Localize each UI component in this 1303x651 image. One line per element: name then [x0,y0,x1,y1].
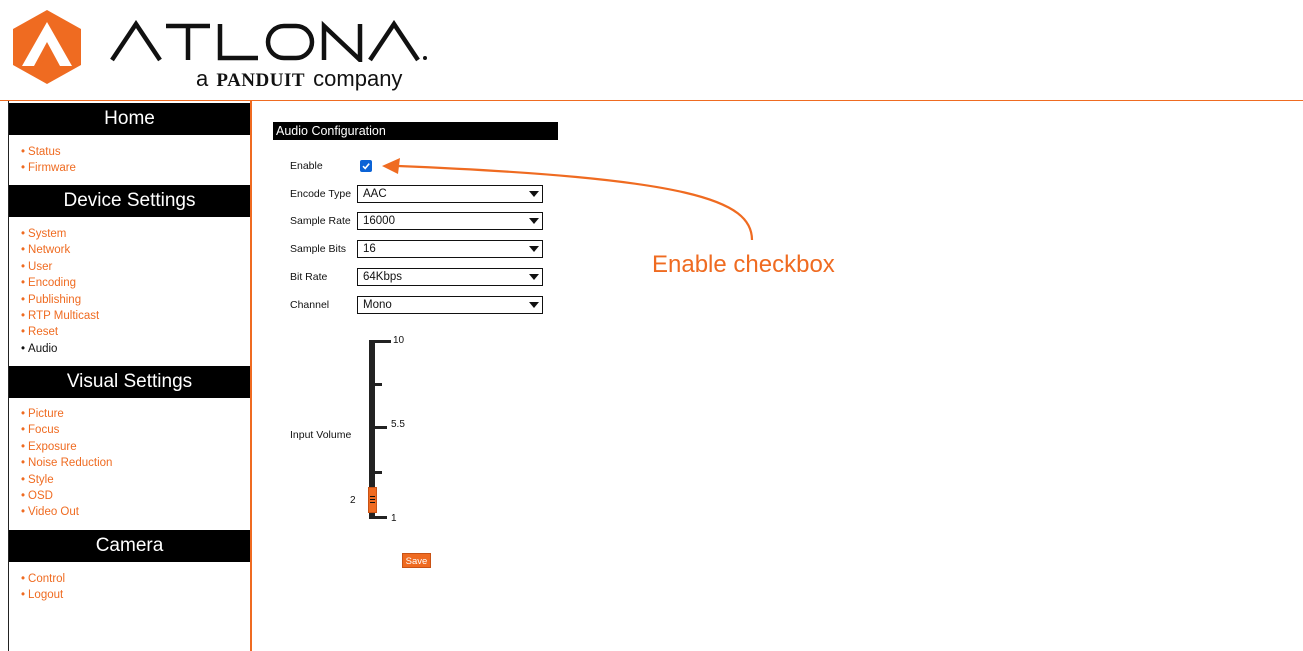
sample-bits-label: Sample Bits [290,243,347,255]
sample-rate-value: 16000 [363,215,395,227]
sidebar-item-label[interactable]: Style [28,474,54,486]
slider-min-label: 1 [391,513,397,524]
sample-bits-value: 16 [363,243,376,255]
slider-tick-minor [375,383,382,386]
sidebar-item-control[interactable]: • Control [21,571,65,587]
sidebar-item-label[interactable]: Publishing [28,294,81,306]
input-volume-slider-thumb[interactable] [368,487,377,513]
sidebar-item-label[interactable]: Firmware [28,162,76,174]
sidebar-item-rtp-multicast[interactable]: • RTP Multicast [21,308,99,324]
sidebar-item-video-out[interactable]: • Video Out [21,504,112,520]
tagline-suffix: company [313,66,403,91]
sidebar-item-label[interactable]: Network [28,244,70,256]
sample-rate-select[interactable]: 16000 [357,212,543,230]
sidebar-heading-home: Home [9,103,250,135]
sidebar-item-label[interactable]: System [28,228,66,240]
sidebar-item-label[interactable]: Focus [28,424,59,436]
encode-type-select[interactable]: AAC [357,185,543,203]
sidebar-item-status[interactable]: • Status [21,144,76,160]
sidebar-item-noise-reduction[interactable]: • Noise Reduction [21,455,112,471]
sidebar-heading-camera: Camera [9,530,250,562]
slider-tick-max [375,340,391,343]
slider-max-label: 10 [393,335,405,346]
sidebar-item-label[interactable]: Status [28,146,61,158]
chevron-down-icon [529,302,539,308]
channel-label: Channel [290,299,330,311]
sidebar-item-label[interactable]: Picture [28,408,64,420]
sidebar-item-label[interactable]: Reset [28,326,58,338]
sidebar-item-label[interactable]: User [28,261,52,273]
slider-tick-min [375,516,387,519]
sidebar-item-label[interactable]: Encoding [28,277,76,289]
channel-select[interactable]: Mono [357,296,543,314]
chevron-down-icon [529,274,539,280]
panduit-brand: PANDUIT [216,70,306,91]
sidebar: Home • Status • Firmware Device Settings •… [9,101,252,651]
sidebar-item-osd[interactable]: • OSD [21,488,112,504]
sample-rate-label: Sample Rate [290,215,351,227]
sidebar-item-audio[interactable]: • Audio [21,341,99,357]
sidebar-list-camera: • Control • Logout [21,571,65,604]
slider-current-value: 2 [350,495,356,506]
annotation-label: Enable checkbox [652,251,835,278]
sidebar-item-label[interactable]: Audio [28,343,57,355]
chevron-down-icon [529,218,539,224]
sidebar-list-visual-settings: • Picture • Focus • Exposure • Noise Reducti… [21,406,112,521]
sidebar-item-exposure[interactable]: • Exposure [21,439,112,455]
sidebar-item-network[interactable]: • Network [21,242,99,258]
sidebar-item-encoding[interactable]: • Encoding [21,275,99,291]
sidebar-item-picture[interactable]: • Picture [21,406,112,422]
bit-rate-value: 64Kbps [363,271,403,283]
slider-mid-label: 5.5 [391,419,405,430]
encode-type-value: AAC [363,188,387,200]
sidebar-item-firmware[interactable]: • Firmware [21,160,76,176]
chevron-down-icon [529,246,539,252]
sidebar-item-label[interactable]: Control [28,573,65,585]
sidebar-item-focus[interactable]: • Focus [21,422,112,438]
slider-tick-mid [375,426,387,429]
sidebar-list-device-settings: • System • Network • User • Encoding • Publis… [21,226,99,357]
header: a PANDUIT company [0,0,1303,101]
enable-checkbox[interactable] [360,160,372,172]
sidebar-item-user[interactable]: • User [21,259,99,275]
tagline: a PANDUIT company [196,66,402,92]
slider-tick-minor [375,471,382,474]
checkmark-icon [362,163,370,170]
tagline-prefix: a [196,66,209,91]
input-volume-label: Input Volume [290,429,352,441]
channel-value: Mono [363,299,392,311]
chevron-down-icon [529,191,539,197]
sidebar-item-style[interactable]: • Style [21,472,112,488]
sidebar-item-label[interactable]: OSD [28,490,53,502]
sidebar-item-label[interactable]: Logout [28,589,63,601]
panel-title: Audio Configuration [273,122,558,140]
sidebar-item-publishing[interactable]: • Publishing [21,292,99,308]
atlona-wordmark-logo [110,20,427,62]
sidebar-item-reset[interactable]: • Reset [21,324,99,340]
sidebar-item-label[interactable]: Video Out [28,506,79,518]
encode-type-label: Encode Type [290,188,352,200]
enable-label: Enable [290,160,323,172]
sidebar-item-label[interactable]: Noise Reduction [28,457,112,469]
sidebar-item-system[interactable]: • System [21,226,99,242]
sidebar-item-label[interactable]: RTP Multicast [28,310,99,322]
sidebar-heading-visual-settings: Visual Settings [9,366,250,398]
sidebar-item-label[interactable]: Exposure [28,441,77,453]
bit-rate-select[interactable]: 64Kbps [357,268,543,286]
bit-rate-label: Bit Rate [290,271,328,283]
sidebar-item-logout[interactable]: • Logout [21,587,65,603]
save-button[interactable]: Save [402,553,431,568]
sidebar-heading-device-settings: Device Settings [9,185,250,217]
sidebar-list-home: • Status • Firmware [21,144,76,177]
sample-bits-select[interactable]: 16 [357,240,543,258]
atlona-logo-icon [13,10,81,84]
